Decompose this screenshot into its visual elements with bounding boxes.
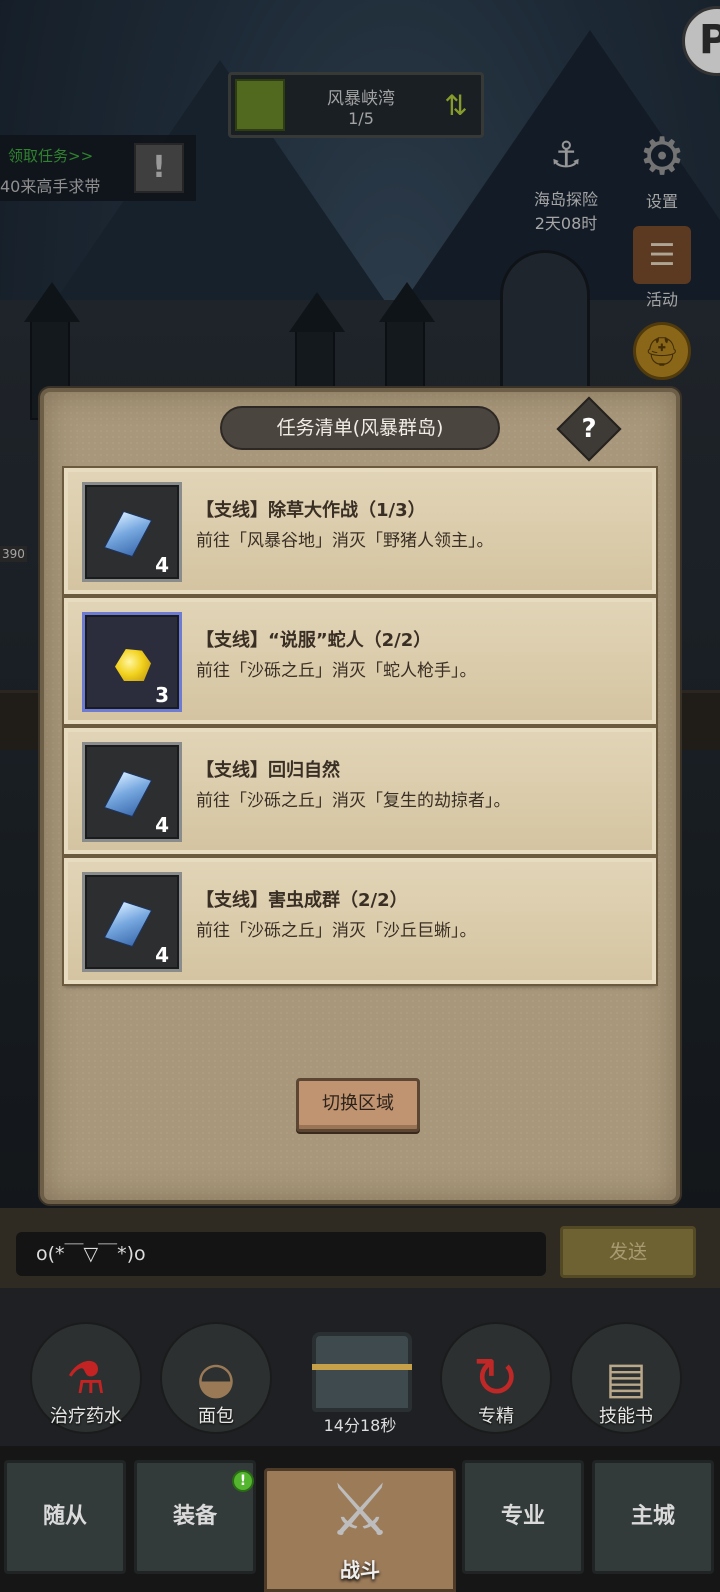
mastery-button[interactable]: ↻ 专精 bbox=[440, 1322, 552, 1434]
reward-quantity: 4 bbox=[155, 813, 169, 837]
tab-profession[interactable]: 专业 bbox=[462, 1460, 584, 1574]
quest-list-dialog: 任务清单(风暴群岛) ? 4 【支线】除草大作战（1/3） 前往「风暴谷地」消灭… bbox=[40, 388, 680, 1204]
quest-description: 前往「沙砾之丘」消灭「蛇人枪手」。 bbox=[196, 661, 477, 681]
reward-quantity: 4 bbox=[155, 943, 169, 967]
blue-crystal-icon bbox=[103, 770, 153, 818]
switch-region-button[interactable]: 切换区域 bbox=[296, 1078, 420, 1132]
blue-crystal-icon bbox=[103, 510, 153, 558]
chest-timer: 14分18秒 bbox=[323, 1416, 397, 1435]
bread-label: 面包 bbox=[198, 1406, 234, 1427]
reward-quantity: 4 bbox=[155, 553, 169, 577]
chat-input[interactable]: o(*￣▽￣*)o bbox=[16, 1232, 546, 1276]
bread-button[interactable]: ◒ 面包 bbox=[160, 1322, 272, 1434]
question-icon: ? bbox=[581, 414, 597, 444]
skill-book-label: 技能书 bbox=[599, 1406, 653, 1427]
reward-slot[interactable]: 4 bbox=[82, 742, 182, 842]
healing-potion-label: 治疗药水 bbox=[50, 1406, 122, 1427]
tab-followers[interactable]: 随从 bbox=[4, 1460, 126, 1574]
treasure-chest-button[interactable]: 14分18秒 bbox=[292, 1302, 428, 1442]
quest-description: 前往「沙砾之丘」消灭「复生的劫掠者」。 bbox=[196, 791, 511, 811]
send-button[interactable]: 发送 bbox=[560, 1226, 696, 1278]
quest-description: 前往「风暴谷地」消灭「野猪人领主」。 bbox=[196, 531, 494, 551]
quest-name: 【支线】除草大作战（1/3） bbox=[196, 500, 426, 521]
reward-quantity: 3 bbox=[155, 683, 169, 707]
quest-card[interactable]: 4 【支线】除草大作战（1/3） 前往「风暴谷地」消灭「野猪人领主」。 bbox=[64, 468, 656, 594]
mastery-label: 专精 bbox=[478, 1406, 514, 1427]
reward-slot[interactable]: 4 bbox=[82, 872, 182, 972]
blue-crystal-icon bbox=[103, 900, 153, 948]
quest-card[interactable]: 4 【支线】回归自然 前往「沙砾之丘」消灭「复生的劫掠者」。 bbox=[64, 728, 656, 854]
tab-main-city[interactable]: 主城 bbox=[592, 1460, 714, 1574]
treasure-chest-icon bbox=[312, 1332, 412, 1412]
reward-slot[interactable]: 4 bbox=[82, 482, 182, 582]
help-button[interactable]: ? bbox=[556, 396, 622, 462]
quest-card[interactable]: 3 【支线】“说服”蛇人（2/2） 前往「沙砾之丘」消灭「蛇人枪手」。 bbox=[64, 598, 656, 724]
quest-card[interactable]: 4 【支线】害虫成群（2/2） 前往「沙砾之丘」消灭「沙丘巨蜥」。 bbox=[64, 858, 656, 984]
tab-battle-label: 战斗 bbox=[340, 1558, 380, 1582]
notification-badge: ! bbox=[232, 1470, 254, 1492]
skill-book-button[interactable]: ▤ 技能书 bbox=[570, 1322, 682, 1434]
gold-nugget-icon bbox=[115, 649, 151, 681]
healing-potion-button[interactable]: ⚗ 治疗药水 bbox=[30, 1322, 142, 1434]
quest-name: 【支线】“说服”蛇人（2/2） bbox=[196, 630, 432, 651]
quest-name: 【支线】回归自然 bbox=[196, 760, 340, 781]
quest-name: 【支线】害虫成群（2/2） bbox=[196, 890, 408, 911]
quest-description: 前往「沙砾之丘」消灭「沙丘巨蜥」。 bbox=[196, 921, 477, 941]
dialog-title: 任务清单(风暴群岛) bbox=[220, 406, 500, 450]
crossed-swords-icon: ⚔ bbox=[327, 1468, 393, 1552]
reward-slot[interactable]: 3 bbox=[82, 612, 182, 712]
